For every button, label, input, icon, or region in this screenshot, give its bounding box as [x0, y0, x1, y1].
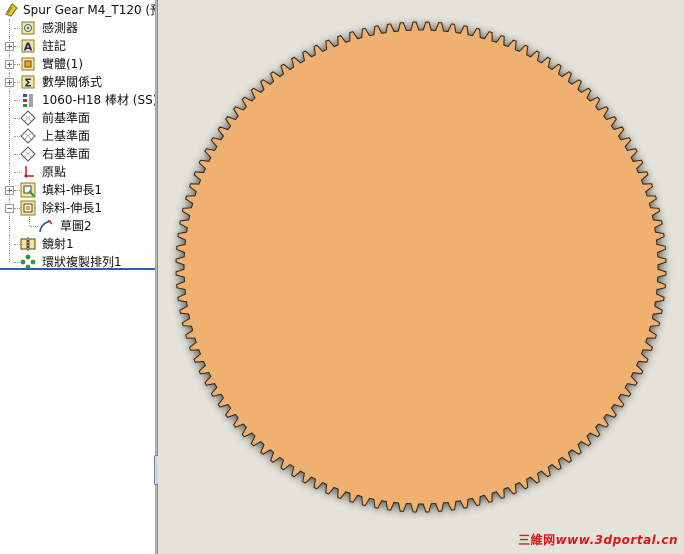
- feature-manager-tree: Spur Gear M4_T120 (預感測器 + A 註記 + 實體(1) + Σ 數學關係式…: [0, 0, 155, 554]
- tree-guide-line: [30, 226, 38, 227]
- gear-model[interactable]: [158, 0, 684, 554]
- tree-item-label: 鏡射1: [42, 237, 74, 251]
- watermark-cn: 三維网: [518, 533, 556, 547]
- equations-icon: Σ: [20, 74, 36, 90]
- expand-toggle[interactable]: +: [5, 42, 14, 51]
- tree-item-label: 上基準面: [42, 129, 91, 143]
- tree-guide-line: [9, 19, 10, 37]
- tree-item-label: 感測器: [42, 21, 79, 35]
- tree-empty-area: [0, 270, 155, 554]
- origin-icon: [20, 164, 36, 180]
- gear-teeth-outline[interactable]: [175, 21, 667, 513]
- tree-guide-line: [9, 163, 10, 181]
- plane-icon: [20, 146, 36, 162]
- tree-guide-line: [9, 109, 10, 127]
- expand-toggle[interactable]: +: [5, 78, 14, 87]
- boss-extrude-icon: [20, 182, 36, 198]
- tree-item[interactable]: 上基準面: [0, 127, 155, 145]
- tree-guide-line: [9, 127, 10, 145]
- solid-bodies-icon: [20, 56, 36, 72]
- tree-guide-line: [9, 235, 10, 253]
- tree-item-label: 1060-H18 棒材 (SS): [42, 93, 155, 107]
- tree-item-label: 註記: [42, 39, 67, 53]
- graphics-viewport[interactable]: 三維网www.3dportal.cn: [158, 0, 684, 554]
- tree-item-label: 實體(1): [42, 57, 83, 71]
- tree-guide-line: [29, 217, 30, 226]
- tree-item[interactable]: 1060-H18 棒材 (SS): [0, 91, 155, 109]
- tree-guide-line: [9, 91, 10, 109]
- expand-toggle[interactable]: +: [5, 60, 14, 69]
- tree-item[interactable]: 前基準面: [0, 109, 155, 127]
- tree-guide-line: [9, 253, 10, 262]
- tree-item[interactable]: + Σ 數學關係式: [0, 73, 155, 91]
- tree-guide-line: [9, 217, 10, 235]
- plane-icon: [20, 128, 36, 144]
- tree-item-label: 環狀複製排列1: [42, 255, 122, 269]
- tree-item-label: 填料-伸長1: [42, 183, 102, 197]
- sketch-icon: [38, 218, 54, 234]
- tree-root-part[interactable]: Spur Gear M4_T120 (預: [0, 1, 155, 19]
- mirror-icon: [20, 236, 36, 252]
- tree-item[interactable]: + A 註記: [0, 37, 155, 55]
- tree-item-label: 前基準面: [42, 111, 91, 125]
- tree-item[interactable]: 右基準面: [0, 145, 155, 163]
- tree-guide-line: [9, 145, 10, 163]
- tree-item[interactable]: − 除料-伸長1: [0, 199, 155, 217]
- tree-item[interactable]: 鏡射1: [0, 235, 155, 253]
- annotations-icon: A: [20, 38, 36, 54]
- tree-root-label: Spur Gear M4_T120 (預: [23, 3, 155, 17]
- tree-item[interactable]: 原點: [0, 163, 155, 181]
- tree-item-label: 草圖2: [60, 219, 92, 233]
- svg-text:Σ: Σ: [24, 77, 32, 90]
- tree-item[interactable]: 感測器: [0, 19, 155, 37]
- part-icon: [3, 2, 19, 18]
- sensors-icon: [20, 20, 36, 36]
- cut-extrude-icon: [20, 200, 36, 216]
- svg-text:A: A: [24, 41, 33, 54]
- tree-item[interactable]: + 填料-伸長1: [0, 181, 155, 199]
- material-icon: [20, 92, 36, 108]
- tree-item-label: 原點: [42, 165, 67, 179]
- collapse-toggle[interactable]: −: [5, 204, 14, 213]
- watermark: 三維网www.3dportal.cn: [518, 531, 678, 548]
- tree-item[interactable]: 草圖2: [0, 217, 155, 235]
- tree-item-label: 右基準面: [42, 147, 91, 161]
- tree-item-label: 數學關係式: [42, 75, 103, 89]
- tree-item-label: 除料-伸長1: [42, 201, 102, 215]
- expand-toggle[interactable]: +: [5, 186, 14, 195]
- tree-separator[interactable]: [0, 268, 155, 270]
- watermark-url: www.3dportal.cn: [555, 533, 678, 547]
- tree-item[interactable]: + 實體(1): [0, 55, 155, 73]
- plane-icon: [20, 110, 36, 126]
